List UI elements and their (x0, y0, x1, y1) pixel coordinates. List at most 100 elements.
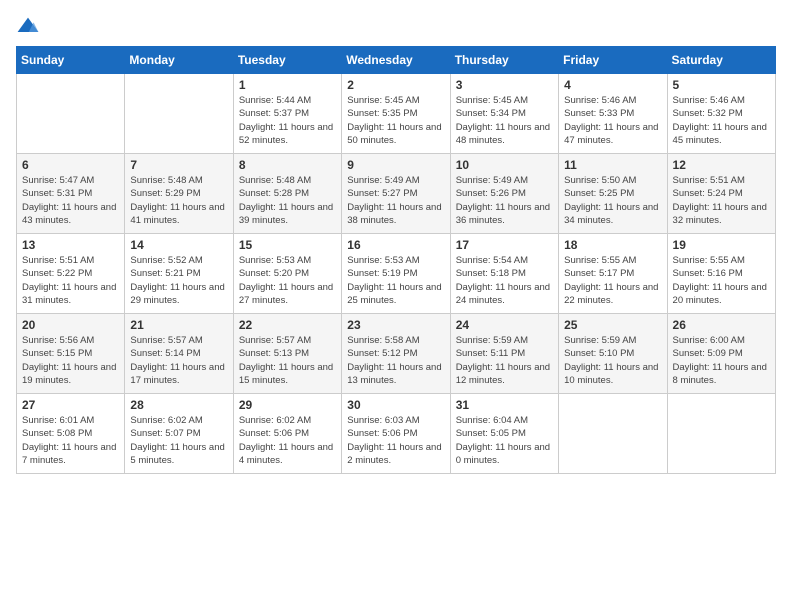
calendar-cell: 1Sunrise: 5:44 AM Sunset: 5:37 PM Daylig… (233, 74, 341, 154)
day-info: Sunrise: 5:45 AM Sunset: 5:34 PM Dayligh… (456, 94, 553, 147)
day-info: Sunrise: 5:50 AM Sunset: 5:25 PM Dayligh… (564, 174, 661, 227)
calendar-cell: 18Sunrise: 5:55 AM Sunset: 5:17 PM Dayli… (559, 234, 667, 314)
day-info: Sunrise: 5:45 AM Sunset: 5:35 PM Dayligh… (347, 94, 444, 147)
day-number: 21 (130, 318, 227, 332)
day-number: 22 (239, 318, 336, 332)
page-header (16, 16, 776, 36)
day-info: Sunrise: 5:57 AM Sunset: 5:14 PM Dayligh… (130, 334, 227, 387)
calendar-table: SundayMondayTuesdayWednesdayThursdayFrid… (16, 46, 776, 474)
day-info: Sunrise: 5:59 AM Sunset: 5:10 PM Dayligh… (564, 334, 661, 387)
day-info: Sunrise: 5:49 AM Sunset: 5:26 PM Dayligh… (456, 174, 553, 227)
day-number: 14 (130, 238, 227, 252)
day-number: 18 (564, 238, 661, 252)
day-number: 27 (22, 398, 119, 412)
calendar-week-row: 6 Sunrise: 5:47 AM Sunset: 5:31 PM Daylig… (17, 154, 776, 234)
calendar-cell: 9 Sunrise: 5:49 AM Sunset: 5:27 PM Daylig… (342, 154, 450, 234)
day-info: Sunrise: 6:04 AM Sunset: 5:05 PM Dayligh… (456, 414, 553, 467)
calendar-cell: 16 Sunrise: 5:53 AM Sunset: 5:19 PM Dayli… (342, 234, 450, 314)
day-info: Sunrise: 5:49 AM Sunset: 5:27 PM Dayligh… (347, 174, 444, 227)
day-number: 5 (673, 78, 770, 92)
calendar-cell: 27Sunrise: 6:01 AM Sunset: 5:08 PM Dayli… (17, 394, 125, 474)
day-number: 11 (564, 158, 661, 172)
calendar-cell: 14 Sunrise: 5:52 AM Sunset: 5:21 PM Dayli… (125, 234, 233, 314)
day-info: Sunrise: 5:59 AM Sunset: 5:11 PM Dayligh… (456, 334, 553, 387)
calendar-cell: 25 Sunrise: 5:59 AM Sunset: 5:10 PM Dayli… (559, 314, 667, 394)
day-info: Sunrise: 5:55 AM Sunset: 5:16 PM Dayligh… (673, 254, 770, 307)
calendar-cell: 22 Sunrise: 5:57 AM Sunset: 5:13 PM Dayli… (233, 314, 341, 394)
day-info: Sunrise: 5:54 AM Sunset: 5:18 PM Dayligh… (456, 254, 553, 307)
day-number: 23 (347, 318, 444, 332)
calendar-cell: 11 Sunrise: 5:50 AM Sunset: 5:25 PM Dayli… (559, 154, 667, 234)
day-number: 4 (564, 78, 661, 92)
calendar-cell: 29 Sunrise: 6:02 AM Sunset: 5:06 PM Dayli… (233, 394, 341, 474)
calendar-cell: 20 Sunrise: 5:56 AM Sunset: 5:15 PM Dayli… (17, 314, 125, 394)
day-number: 10 (456, 158, 553, 172)
calendar-cell: 10 Sunrise: 5:49 AM Sunset: 5:26 PM Dayli… (450, 154, 558, 234)
day-info: Sunrise: 6:03 AM Sunset: 5:06 PM Dayligh… (347, 414, 444, 467)
day-number: 16 (347, 238, 444, 252)
day-number: 17 (456, 238, 553, 252)
day-info: Sunrise: 5:51 AM Sunset: 5:22 PM Dayligh… (22, 254, 119, 307)
calendar-header: SundayMondayTuesdayWednesdayThursdayFrid… (17, 47, 776, 74)
logo (16, 16, 44, 36)
calendar-cell: 28 Sunrise: 6:02 AM Sunset: 5:07 PM Dayli… (125, 394, 233, 474)
day-info: Sunrise: 5:51 AM Sunset: 5:24 PM Dayligh… (673, 174, 770, 227)
day-info: Sunrise: 5:56 AM Sunset: 5:15 PM Dayligh… (22, 334, 119, 387)
day-number: 25 (564, 318, 661, 332)
day-info: Sunrise: 5:52 AM Sunset: 5:21 PM Dayligh… (130, 254, 227, 307)
day-info: Sunrise: 6:02 AM Sunset: 5:06 PM Dayligh… (239, 414, 336, 467)
calendar-cell: 15Sunrise: 5:53 AM Sunset: 5:20 PM Dayli… (233, 234, 341, 314)
day-number: 6 (22, 158, 119, 172)
day-number: 9 (347, 158, 444, 172)
day-number: 19 (673, 238, 770, 252)
weekday-header-monday: Monday (125, 47, 233, 74)
calendar-cell: 3 Sunrise: 5:45 AM Sunset: 5:34 PM Daylig… (450, 74, 558, 154)
day-info: Sunrise: 5:48 AM Sunset: 5:28 PM Dayligh… (239, 174, 336, 227)
calendar-week-row: 1Sunrise: 5:44 AM Sunset: 5:37 PM Daylig… (17, 74, 776, 154)
calendar-cell: 30 Sunrise: 6:03 AM Sunset: 5:06 PM Dayli… (342, 394, 450, 474)
day-number: 1 (239, 78, 336, 92)
day-number: 13 (22, 238, 119, 252)
calendar-cell: 19 Sunrise: 5:55 AM Sunset: 5:16 PM Dayli… (667, 234, 775, 314)
day-number: 3 (456, 78, 553, 92)
calendar-week-row: 13 Sunrise: 5:51 AM Sunset: 5:22 PM Dayli… (17, 234, 776, 314)
day-info: Sunrise: 5:48 AM Sunset: 5:29 PM Dayligh… (130, 174, 227, 227)
calendar-week-row: 27Sunrise: 6:01 AM Sunset: 5:08 PM Dayli… (17, 394, 776, 474)
weekday-header-tuesday: Tuesday (233, 47, 341, 74)
calendar-body: 1Sunrise: 5:44 AM Sunset: 5:37 PM Daylig… (17, 74, 776, 474)
weekday-header-sunday: Sunday (17, 47, 125, 74)
calendar-cell: 17 Sunrise: 5:54 AM Sunset: 5:18 PM Dayli… (450, 234, 558, 314)
day-number: 30 (347, 398, 444, 412)
calendar-week-row: 20 Sunrise: 5:56 AM Sunset: 5:15 PM Dayli… (17, 314, 776, 394)
day-number: 2 (347, 78, 444, 92)
day-info: Sunrise: 5:53 AM Sunset: 5:19 PM Dayligh… (347, 254, 444, 307)
weekday-header-saturday: Saturday (667, 47, 775, 74)
day-info: Sunrise: 5:57 AM Sunset: 5:13 PM Dayligh… (239, 334, 336, 387)
calendar-cell: 12 Sunrise: 5:51 AM Sunset: 5:24 PM Dayli… (667, 154, 775, 234)
logo-icon (16, 16, 40, 36)
day-info: Sunrise: 5:58 AM Sunset: 5:12 PM Dayligh… (347, 334, 444, 387)
calendar-cell: 8 Sunrise: 5:48 AM Sunset: 5:28 PM Daylig… (233, 154, 341, 234)
calendar-cell: 24 Sunrise: 5:59 AM Sunset: 5:11 PM Dayli… (450, 314, 558, 394)
day-number: 8 (239, 158, 336, 172)
day-info: Sunrise: 5:46 AM Sunset: 5:33 PM Dayligh… (564, 94, 661, 147)
day-number: 12 (673, 158, 770, 172)
calendar-cell: 21 Sunrise: 5:57 AM Sunset: 5:14 PM Dayli… (125, 314, 233, 394)
weekday-header-row: SundayMondayTuesdayWednesdayThursdayFrid… (17, 47, 776, 74)
day-number: 28 (130, 398, 227, 412)
day-info: Sunrise: 5:47 AM Sunset: 5:31 PM Dayligh… (22, 174, 119, 227)
calendar-cell: 23 Sunrise: 5:58 AM Sunset: 5:12 PM Dayli… (342, 314, 450, 394)
calendar-cell: 6 Sunrise: 5:47 AM Sunset: 5:31 PM Daylig… (17, 154, 125, 234)
day-number: 20 (22, 318, 119, 332)
weekday-header-thursday: Thursday (450, 47, 558, 74)
day-number: 26 (673, 318, 770, 332)
day-number: 29 (239, 398, 336, 412)
day-number: 24 (456, 318, 553, 332)
calendar-cell: 5Sunrise: 5:46 AM Sunset: 5:32 PM Daylig… (667, 74, 775, 154)
weekday-header-wednesday: Wednesday (342, 47, 450, 74)
calendar-cell (125, 74, 233, 154)
day-number: 15 (239, 238, 336, 252)
calendar-cell: 26Sunrise: 6:00 AM Sunset: 5:09 PM Dayli… (667, 314, 775, 394)
calendar-cell: 13 Sunrise: 5:51 AM Sunset: 5:22 PM Dayli… (17, 234, 125, 314)
day-info: Sunrise: 6:02 AM Sunset: 5:07 PM Dayligh… (130, 414, 227, 467)
